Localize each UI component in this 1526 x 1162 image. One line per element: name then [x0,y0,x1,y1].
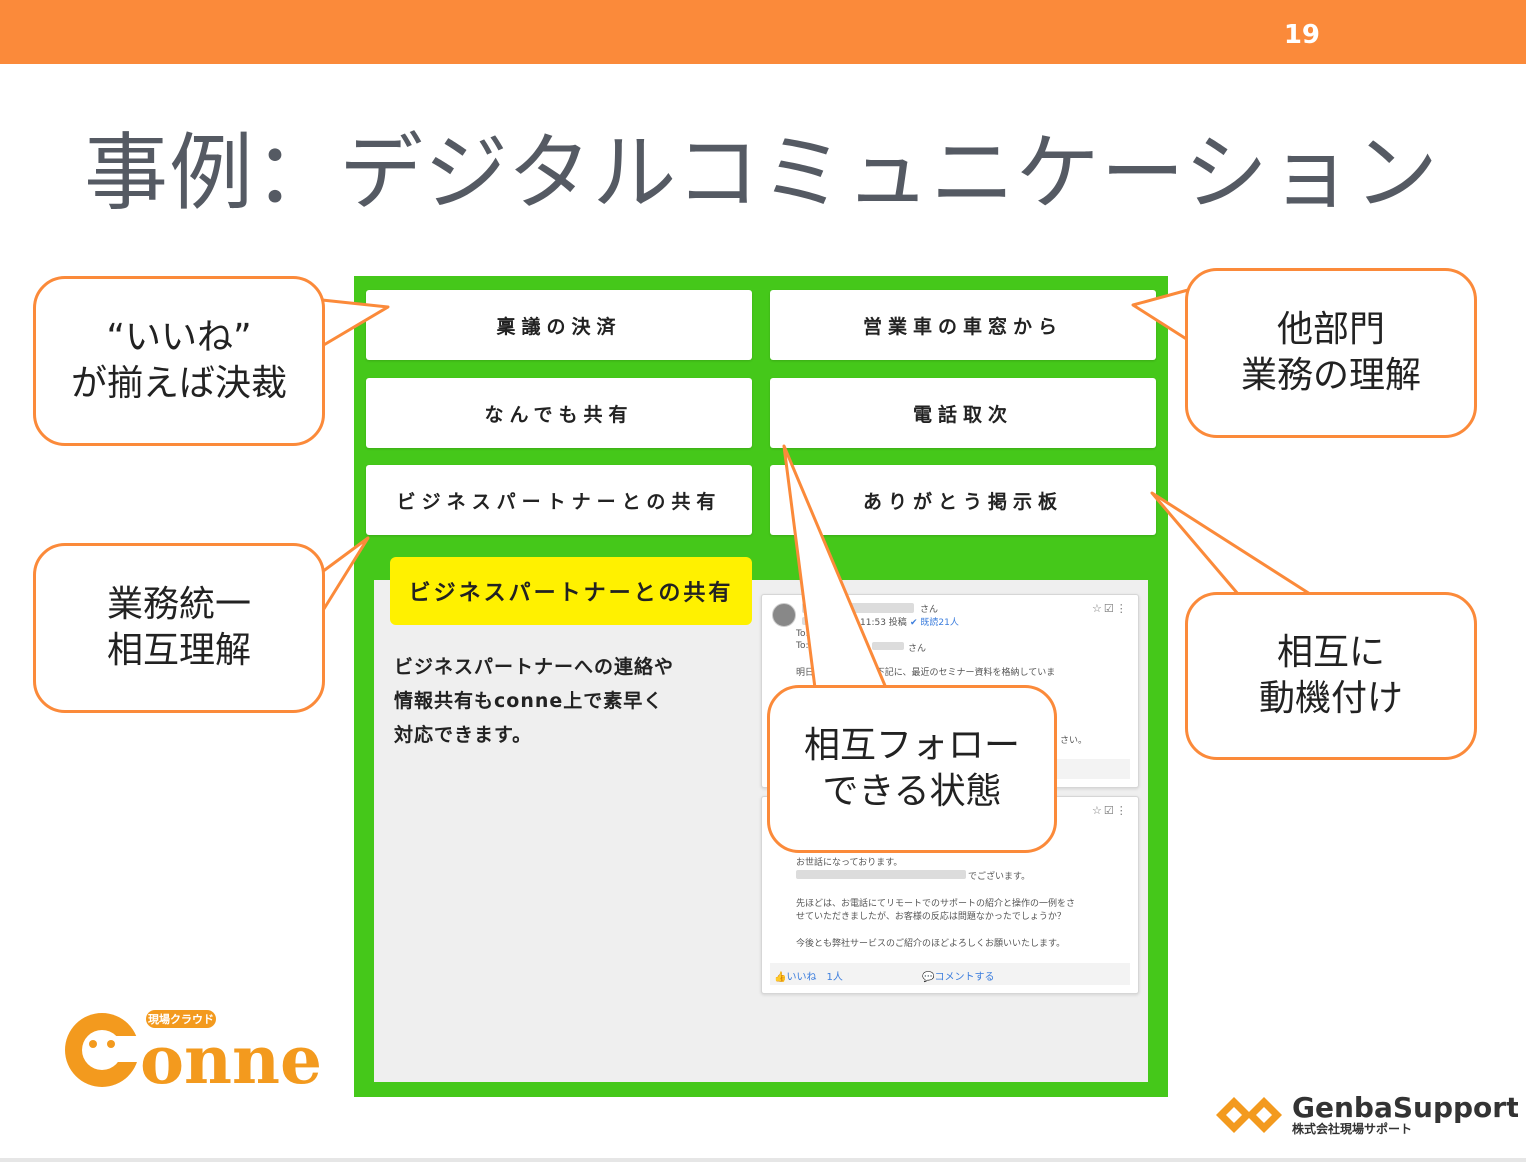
callout-other-dept: 他部門 業務の理解 [1185,268,1477,438]
genba-support-logo: GenbaSupport 株式会社現場サポート [1216,1091,1518,1136]
callout-line: が揃えば決裁 [70,363,287,404]
callout-motivate: 相互に 動機付け [1185,592,1477,760]
callout-likes: “いいね” が揃えば決裁 [33,276,325,446]
callout-tail-other-dept [1131,288,1190,342]
callout-tail-likes [320,298,390,348]
callout-tail-follow [782,444,888,690]
callout-tail-unify [320,536,370,614]
callout-follow: 相互フォロー できる状態 [767,685,1057,853]
callout-line: 業務統一 [106,584,251,625]
callout-tail-motivate [1150,491,1312,596]
callout-unify: 業務統一 相互理解 [33,543,325,713]
genba-name: GenbaSupport [1292,1091,1518,1124]
callout-line: 相互に [1276,632,1385,673]
callout-line: 動機付け [1258,678,1403,719]
conne-text: onne [140,1021,322,1088]
callout-line: 業務の理解 [1240,355,1421,396]
callout-line: 他部門 [1276,309,1385,350]
genba-sub: 株式会社現場サポート [1292,1121,1412,1136]
conne-logo: 現場クラウド onne [65,1010,322,1088]
callout-line: “いいね” [106,317,252,358]
callout-line: できる状態 [822,771,1002,812]
callout-line: 相互フォロー [803,725,1020,766]
bottom-divider [0,1158,1526,1162]
callout-line: 相互理解 [106,630,251,671]
